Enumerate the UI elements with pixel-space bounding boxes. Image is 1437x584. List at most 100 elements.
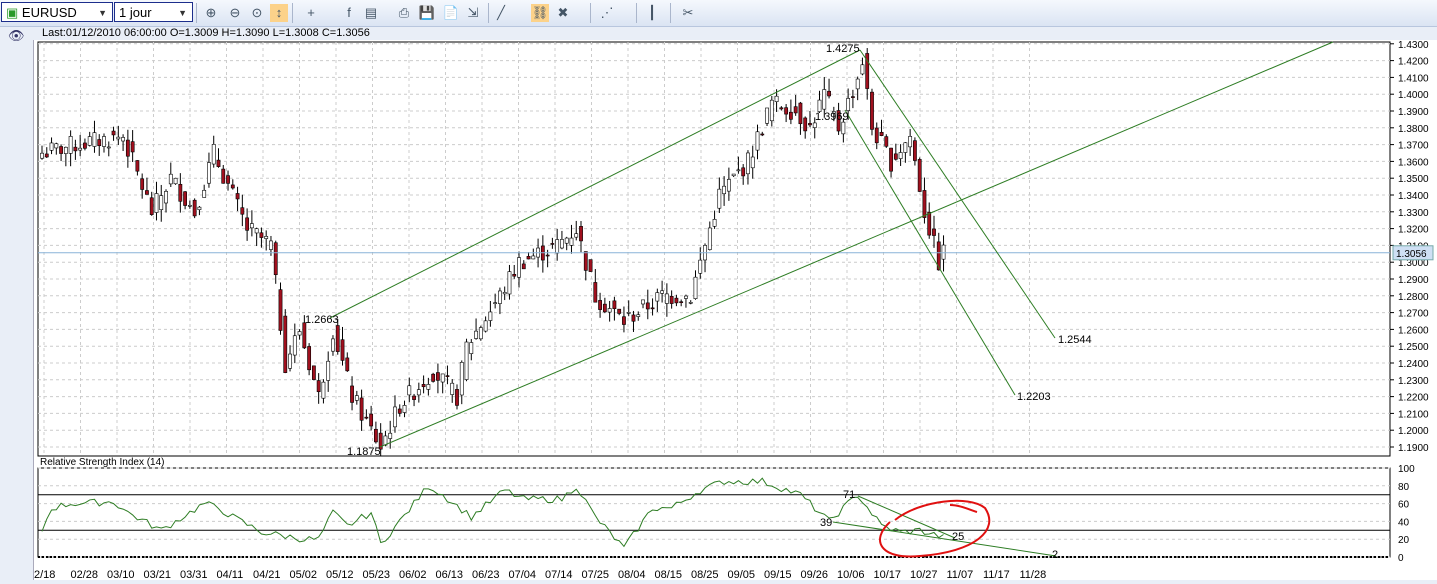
candle-body: [354, 395, 359, 401]
candle-body: [855, 78, 860, 90]
price-tick-label: 1.2600: [1398, 325, 1429, 336]
candle-body: [545, 254, 550, 257]
candle-body: [421, 384, 426, 388]
candle-body: [202, 189, 207, 198]
date-tick-label: 03/21: [144, 569, 172, 581]
price-tick-label: 1.2400: [1398, 359, 1429, 370]
candle-body: [402, 405, 407, 413]
price-tick-label: 1.3400: [1398, 191, 1429, 202]
price-chart[interactable]: 1.4300 1.4200 1.4100 1.4000 1.3900 1.3800 1.37…: [0, 0, 1437, 584]
candle-body: [416, 389, 421, 396]
candle-body: [631, 314, 636, 322]
candle-body: [135, 160, 140, 172]
candle-body: [626, 312, 631, 314]
price-tick-label: 1.3200: [1398, 225, 1429, 236]
candle-body: [464, 341, 469, 380]
candle-body: [941, 244, 946, 260]
candle-body: [669, 296, 674, 304]
candle-body: [106, 146, 111, 149]
candle-body: [908, 136, 913, 148]
candle-body: [588, 259, 593, 272]
candle-body: [879, 131, 884, 136]
candle-body: [397, 408, 402, 414]
price-tick-label: 1.1900: [1398, 443, 1429, 454]
candle-body: [679, 301, 684, 304]
candle-body: [693, 276, 698, 299]
candle-body: [722, 185, 727, 195]
candle-body: [874, 127, 879, 144]
candle-body: [388, 432, 393, 439]
candle-body: [870, 91, 874, 130]
candle-body: [555, 239, 560, 254]
candle-body: [125, 139, 130, 157]
rsi-tick-label: 20: [1398, 535, 1410, 546]
candle-body: [889, 147, 893, 172]
candle-body: [259, 232, 264, 238]
candle-body: [755, 131, 760, 151]
candle-body: [83, 142, 87, 149]
candle-body: [550, 243, 555, 245]
candle-body: [860, 64, 865, 75]
candle-body: [564, 237, 569, 244]
candle-body: [736, 169, 741, 172]
candle-body: [636, 314, 641, 317]
candle-body: [698, 259, 703, 274]
rsi-tick-label: 80: [1398, 482, 1410, 493]
candle-body: [235, 193, 240, 200]
date-tick-label: 05/02: [290, 569, 318, 581]
candle-body: [187, 205, 192, 207]
candle-body: [726, 179, 731, 192]
candle-body: [655, 292, 660, 302]
candle-body: [283, 315, 288, 373]
candle-body: [87, 136, 92, 146]
candle-body: [216, 159, 221, 167]
candle-body: [159, 195, 164, 210]
candle-body: [44, 153, 49, 158]
candle-body: [63, 146, 68, 154]
candle-body: [798, 102, 803, 125]
candle-body: [197, 206, 202, 211]
price-tick-label: 1.3600: [1398, 157, 1429, 168]
candle-body: [474, 330, 478, 339]
price-annotation: 1.3969: [815, 111, 849, 123]
candle-body: [173, 177, 178, 185]
candle-body: [622, 316, 626, 325]
candle-body: [230, 184, 235, 189]
candle-body: [793, 106, 798, 114]
candle-body: [254, 228, 259, 234]
candle-body: [426, 384, 431, 390]
date-tick-label: 03/10: [107, 569, 135, 581]
candle-body: [660, 290, 665, 294]
candle-body: [364, 416, 369, 419]
price-tick-label: 1.3700: [1398, 141, 1429, 152]
date-tick-label: 08/04: [618, 569, 646, 581]
rsi-pane: [37, 467, 1391, 558]
rsi-annotation: 71: [843, 489, 855, 501]
candle-body: [650, 307, 655, 310]
candle-body: [488, 311, 493, 321]
candle-body: [302, 322, 307, 349]
candle-body: [288, 353, 292, 369]
candle-body: [583, 251, 588, 271]
candle-body: [507, 271, 512, 295]
candle-body: [345, 357, 350, 372]
candle-body: [750, 156, 755, 169]
candle-body: [779, 107, 784, 110]
candle-body: [207, 162, 211, 184]
candle-body: [788, 111, 793, 120]
date-tick-label: 09/15: [764, 569, 792, 581]
candle-body: [483, 320, 488, 332]
candle-body: [617, 308, 622, 314]
price-annotation: 1.2203: [1017, 391, 1051, 403]
date-tick-label: 07/14: [545, 569, 573, 581]
rsi-title: Relative Strength Index (14): [40, 457, 165, 468]
price-tick-label: 1.2000: [1398, 426, 1429, 437]
price-tick-label: 1.2900: [1398, 275, 1429, 286]
candle-body: [164, 191, 168, 204]
price-tick-label: 1.4100: [1398, 73, 1429, 84]
date-tick-label: 06/23: [472, 569, 500, 581]
date-tick-label: 09/05: [728, 569, 756, 581]
candle-body: [316, 380, 321, 393]
candle-body: [407, 385, 412, 396]
candle-body: [130, 141, 135, 153]
